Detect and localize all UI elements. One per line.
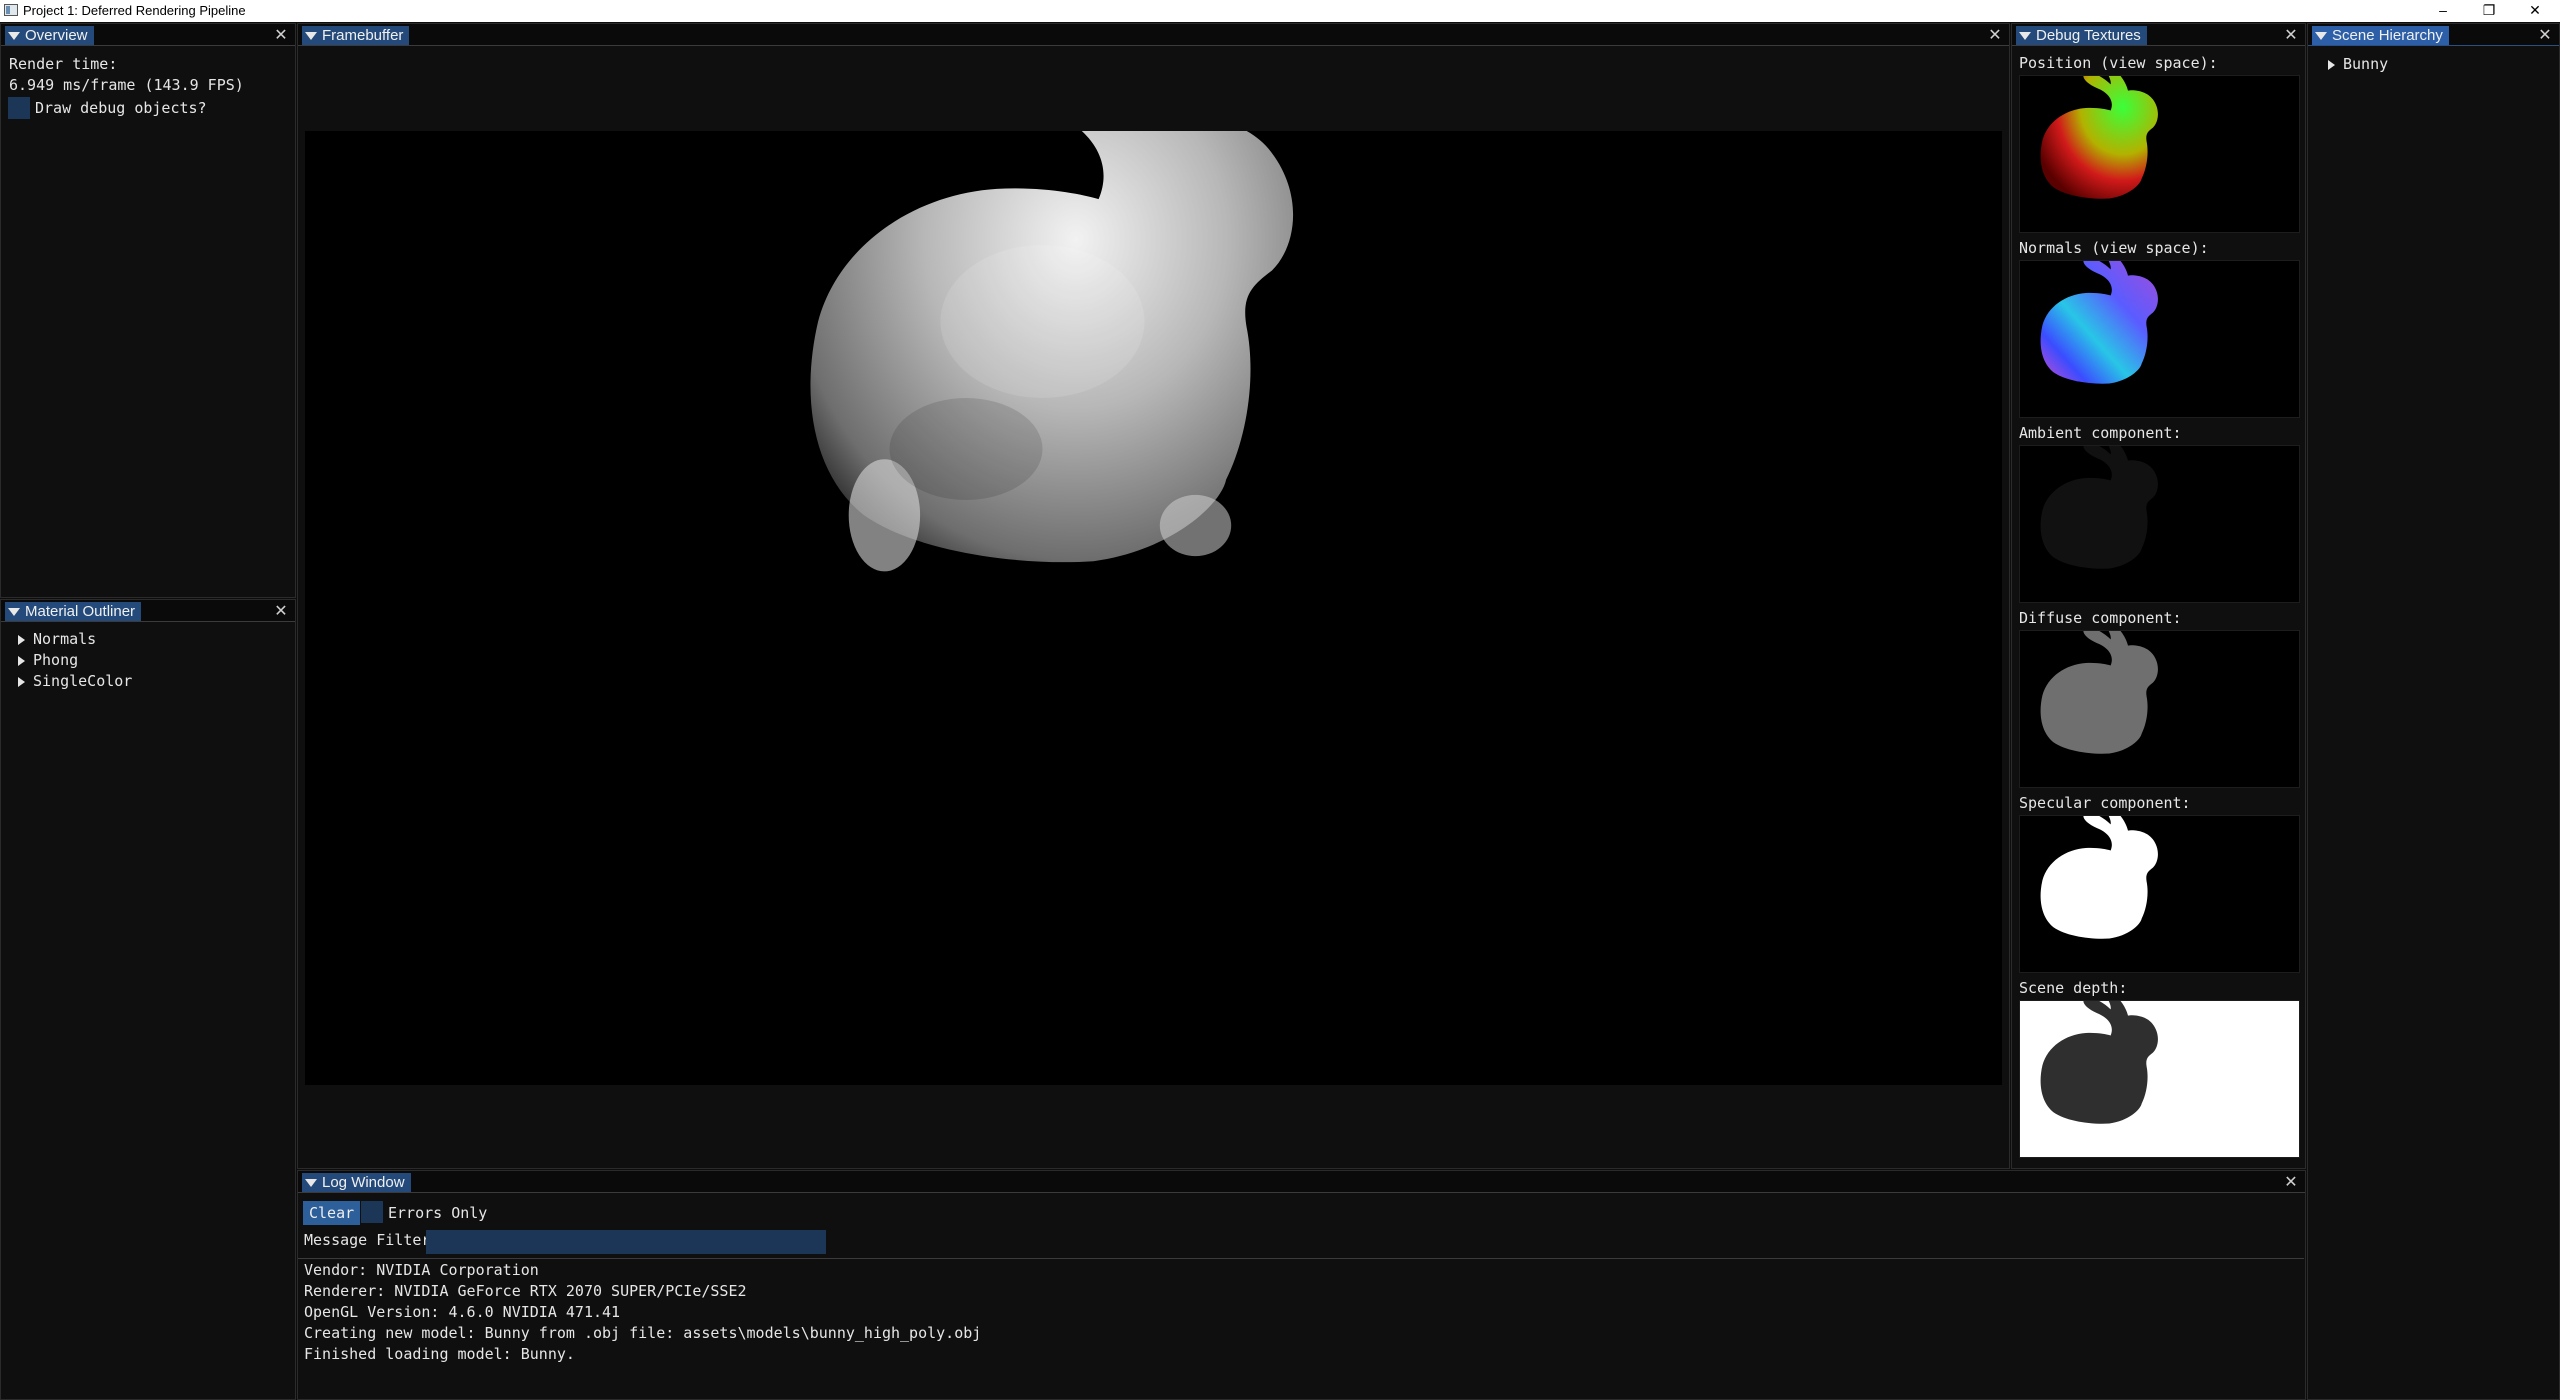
texture-label-position: Position (view space): <box>2019 54 2218 72</box>
scene-hierarchy-header: Scene Hierarchy ✕ <box>2308 24 2559 46</box>
collapse-arrow-icon[interactable] <box>305 32 317 40</box>
tab-scene-hierarchy[interactable]: Scene Hierarchy <box>2312 26 2449 45</box>
tab-framebuffer-label: Framebuffer <box>322 27 404 44</box>
window-title: Project 1: Deferred Rendering Pipeline <box>23 3 246 18</box>
log-window-close-icon[interactable]: ✕ <box>2283 1173 2299 1190</box>
texture-specular <box>2019 815 2300 973</box>
material-item-label: Normals <box>33 630 97 648</box>
tab-scene-hierarchy-label: Scene Hierarchy <box>2332 27 2443 44</box>
tab-material-outliner-label: Material Outliner <box>25 603 136 620</box>
message-filter-input[interactable] <box>426 1230 826 1254</box>
tab-material-outliner[interactable]: Material Outliner <box>5 602 142 621</box>
overview-close-icon[interactable]: ✕ <box>273 26 289 43</box>
texture-ambient <box>2019 445 2300 603</box>
tree-expand-icon <box>18 677 25 687</box>
framebuffer-close-icon[interactable]: ✕ <box>1987 26 2003 43</box>
texture-label-diffuse: Diffuse component: <box>2019 609 2182 627</box>
texture-label-normals: Normals (view space): <box>2019 239 2209 257</box>
overview-panel: Overview ✕ Render time: 6.949 ms/frame (… <box>0 23 296 598</box>
errors-only-label: Errors Only <box>388 1204 488 1222</box>
log-message: Vendor: NVIDIA Corporation <box>304 1261 539 1279</box>
tree-expand-icon <box>2328 60 2335 70</box>
texture-diffuse <box>2019 630 2300 788</box>
material-outliner-close-icon[interactable]: ✕ <box>273 602 289 619</box>
render-time-value: 6.949 ms/frame (143.9 FPS) <box>9 76 244 94</box>
collapse-arrow-icon[interactable] <box>8 32 20 40</box>
maximize-button[interactable]: ❐ <box>2466 0 2512 22</box>
collapse-arrow-icon[interactable] <box>305 1179 317 1187</box>
texture-label-depth: Scene depth: <box>2019 979 2128 997</box>
debug-textures-header: Debug Textures ✕ <box>2012 24 2305 46</box>
scene-item-label: Bunny <box>2343 55 2389 73</box>
tab-overview[interactable]: Overview <box>5 26 94 45</box>
overview-header: Overview ✕ <box>1 24 295 46</box>
scene-hierarchy-panel: Scene Hierarchy ✕ Bunny <box>2307 23 2560 1400</box>
collapse-arrow-icon[interactable] <box>8 608 20 616</box>
message-filter-label: Message Filter <box>304 1231 431 1249</box>
log-message: Creating new model: Bunny from .obj file… <box>304 1324 982 1342</box>
scene-hierarchy-close-icon[interactable]: ✕ <box>2537 26 2553 43</box>
log-separator <box>298 1258 2304 1259</box>
tree-expand-icon <box>18 635 25 645</box>
texture-normals <box>2019 260 2300 418</box>
framebuffer-header: Framebuffer ✕ <box>298 24 2009 46</box>
bunny-render <box>810 24 1294 572</box>
minimize-button[interactable]: – <box>2420 0 2466 22</box>
tab-debug-textures[interactable]: Debug Textures <box>2016 26 2147 45</box>
collapse-arrow-icon[interactable] <box>2315 32 2327 40</box>
material-item-label: Phong <box>33 651 79 669</box>
tab-overview-label: Overview <box>25 27 88 44</box>
errors-only-checkbox[interactable] <box>361 1201 383 1223</box>
log-message: Finished loading model: Bunny. <box>304 1345 575 1363</box>
framebuffer-viewport[interactable] <box>305 24 2002 1085</box>
log-window-header: Log Window ✕ <box>298 1171 2305 1193</box>
texture-position <box>2019 75 2300 233</box>
tab-framebuffer[interactable]: Framebuffer <box>302 26 410 45</box>
texture-label-specular: Specular component: <box>2019 794 2191 812</box>
render-time-label: Render time: <box>9 55 118 73</box>
collapse-arrow-icon[interactable] <box>2019 32 2031 40</box>
tab-debug-textures-label: Debug Textures <box>2036 27 2141 44</box>
tab-log-window[interactable]: Log Window <box>302 1173 411 1192</box>
texture-label-ambient: Ambient component: <box>2019 424 2182 442</box>
log-message: OpenGL Version: 4.6.0 NVIDIA 471.41 <box>304 1303 621 1321</box>
log-message: Renderer: NVIDIA GeForce RTX 2070 SUPER/… <box>304 1282 747 1300</box>
debug-textures-close-icon[interactable]: ✕ <box>2283 26 2299 43</box>
tab-log-window-label: Log Window <box>322 1174 405 1191</box>
clear-button[interactable]: Clear <box>303 1201 361 1225</box>
material-outliner-panel: Material Outliner ✕ Normals Phong Single… <box>0 599 296 1400</box>
draw-debug-objects-checkbox[interactable] <box>8 97 30 119</box>
material-outliner-header: Material Outliner ✕ <box>1 600 295 622</box>
os-title-bar: Project 1: Deferred Rendering Pipeline –… <box>0 0 2560 22</box>
material-item-label: SingleColor <box>33 672 133 690</box>
window-close-button[interactable]: ✕ <box>2512 0 2558 22</box>
tree-expand-icon <box>18 656 25 666</box>
draw-debug-objects-label: Draw debug objects? <box>35 99 207 117</box>
app-icon <box>4 4 18 16</box>
texture-depth <box>2019 1000 2300 1158</box>
